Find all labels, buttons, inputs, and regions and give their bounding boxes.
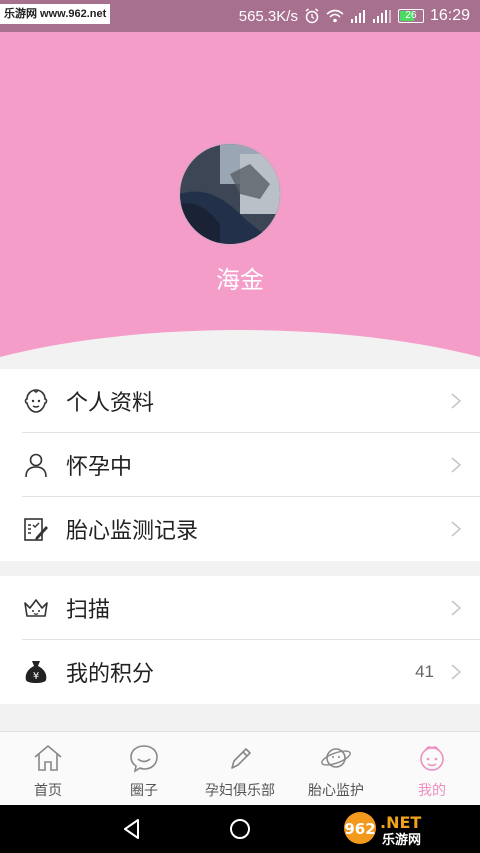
chevron-right-icon	[451, 600, 462, 616]
tab-label: 首页	[34, 782, 62, 798]
tab-mine[interactable]: 我的	[384, 732, 480, 805]
menu-item-personal-info[interactable]: 个人资料	[0, 369, 480, 433]
points-value: 41	[415, 662, 434, 681]
person-icon	[22, 451, 50, 479]
chevron-right-icon	[451, 521, 462, 537]
chevron-right-icon	[451, 393, 462, 409]
svg-text:962: 962	[344, 820, 375, 838]
avatar[interactable]	[178, 142, 282, 246]
username: 海金	[216, 267, 264, 294]
tab-label: 圈子	[130, 782, 158, 798]
signal-icon-1	[350, 10, 365, 23]
money-bag-icon: ¥	[22, 658, 50, 686]
menu-label: 扫描	[66, 597, 111, 622]
menu-item-pregnancy[interactable]: 怀孕中	[0, 433, 480, 497]
profile-header: 海金	[0, 32, 480, 368]
tab-label: 我的	[418, 782, 446, 798]
menu-item-scan[interactable]: 扫描	[0, 576, 480, 640]
svg-text:¥: ¥	[33, 671, 39, 682]
signal-icon-2	[372, 10, 391, 23]
chevron-right-icon	[451, 457, 462, 473]
status-bar: 乐游网 www.962.net 565.3K/s 26 16:29	[0, 0, 480, 32]
chat-bubble-icon	[130, 745, 158, 773]
record-edit-icon	[22, 515, 50, 543]
watermark-label: 乐游网 www.962.net	[0, 4, 111, 24]
home-icon	[34, 744, 62, 771]
crown-scan-icon	[22, 594, 50, 622]
svg-text:乐游网: 乐游网	[382, 832, 421, 848]
bottom-tab-bar: 首页 圈子 孕妇俱乐部 胎心监护 我的	[0, 731, 480, 805]
network-speed: 565.3K/s	[238, 7, 298, 25]
menu-group-extras: 扫描 ¥ 我的积分 41	[0, 576, 480, 704]
header-curve	[0, 330, 480, 368]
battery-icon: 26	[397, 9, 424, 23]
home-button-icon[interactable]	[228, 817, 252, 841]
menu-label: 个人资料	[66, 390, 155, 415]
menu-item-fetal-heart-records[interactable]: 胎心监测记录	[0, 497, 480, 561]
clock: 16:29	[429, 7, 470, 24]
menu-group-profile: 个人资料 怀孕中 胎心监测记录	[0, 369, 480, 561]
menu-item-my-points[interactable]: ¥ 我的积分 41	[0, 640, 480, 704]
pencil-icon	[231, 748, 251, 769]
tab-label: 胎心监护	[308, 782, 364, 798]
battery-level: 26	[405, 10, 417, 21]
planet-icon	[321, 748, 351, 768]
menu-label: 怀孕中	[66, 454, 133, 479]
tab-circle[interactable]: 圈子	[96, 732, 192, 805]
menu-label: 胎心监测记录	[66, 518, 199, 543]
tab-home[interactable]: 首页	[0, 732, 96, 805]
site-logo: 962 .NET 乐游网	[344, 812, 421, 848]
screen: 乐游网 www.962.net 565.3K/s 26 16:29 海金 个人资…	[0, 0, 480, 853]
baby-head-icon	[420, 746, 444, 771]
status-icons: 565.3K/s 26 16:29	[239, 0, 470, 32]
tab-fetal-monitor[interactable]: 胎心监护	[288, 732, 384, 805]
wifi-icon	[326, 9, 344, 23]
menu-label: 我的积分	[66, 661, 155, 686]
svg-text:.NET: .NET	[380, 813, 421, 832]
tab-maternity-club[interactable]: 孕妇俱乐部	[192, 732, 288, 805]
baby-face-icon	[22, 387, 50, 415]
back-icon[interactable]	[120, 817, 144, 841]
tab-label: 孕妇俱乐部	[205, 782, 275, 798]
alarm-icon	[305, 8, 319, 24]
chevron-right-icon	[451, 664, 462, 680]
